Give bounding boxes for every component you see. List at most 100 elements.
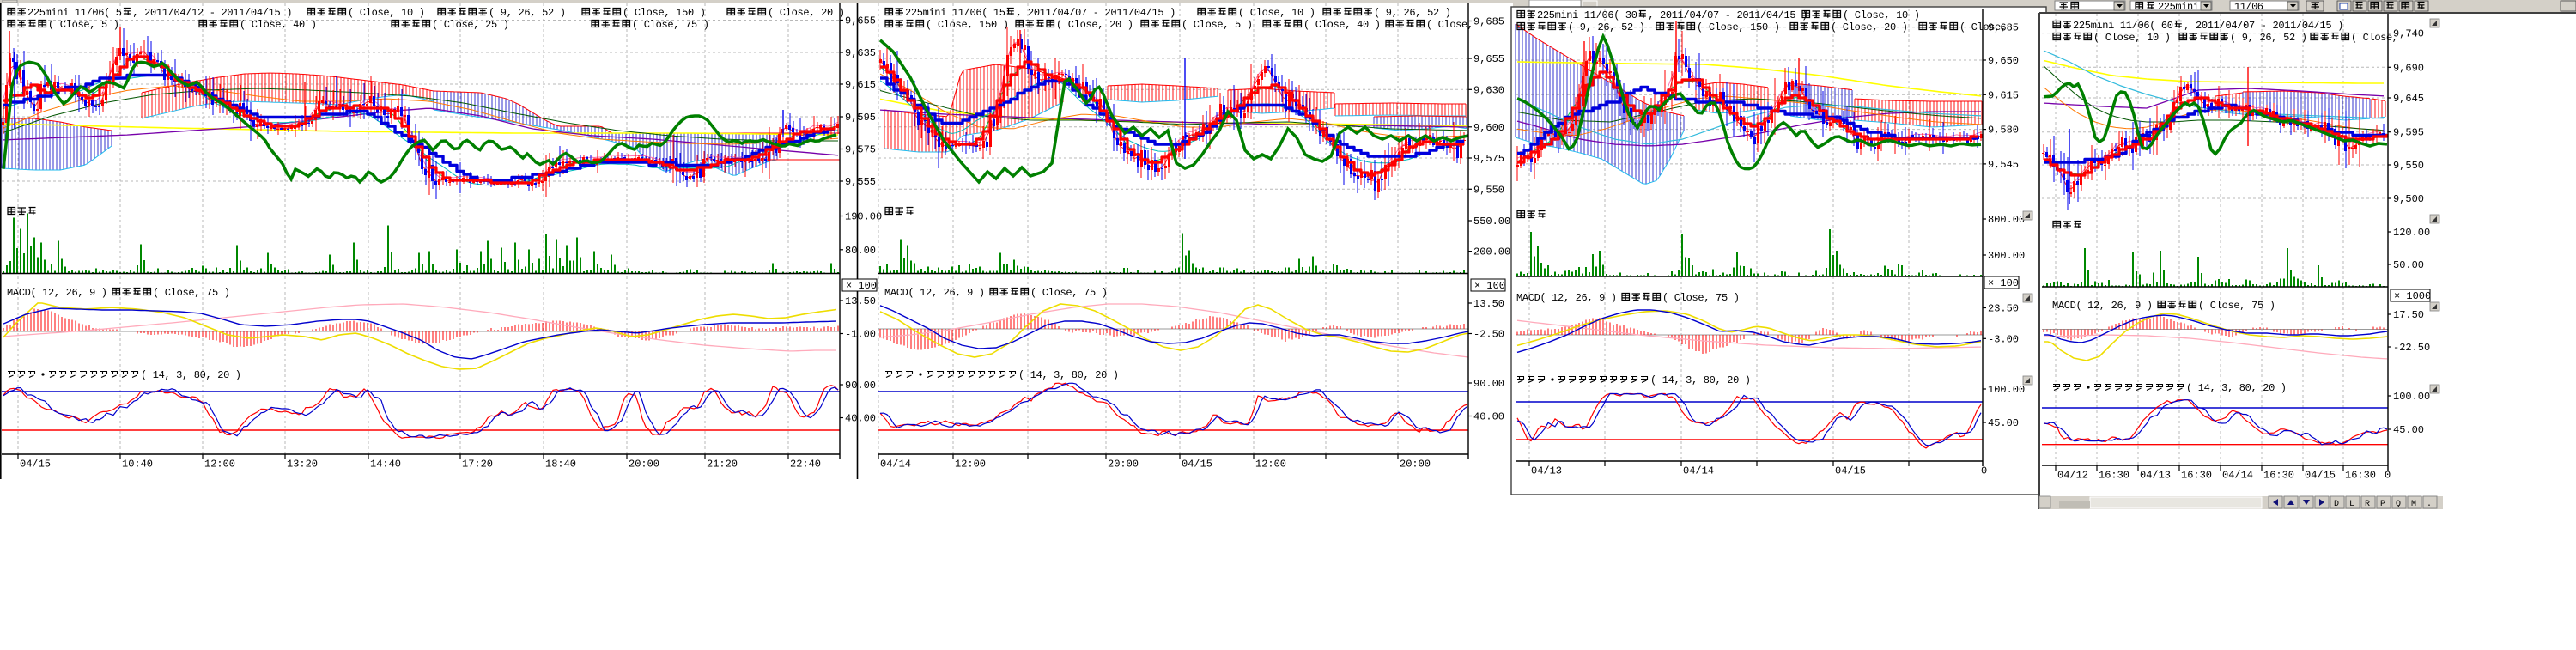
svg-text:( Close, 150 ): ( Close, 150 ): [926, 19, 1009, 31]
svg-text:16:30: 16:30: [2263, 470, 2294, 482]
svg-text:9,580: 9,580: [1988, 125, 2019, 137]
svg-text:300.00: 300.00: [1988, 250, 2025, 262]
svg-text:( Close, 25 ): ( Close, 25 ): [432, 19, 509, 31]
svg-text:( Close, 40 ): ( Close, 40 ): [1303, 19, 1381, 31]
svg-text:45.00: 45.00: [2393, 424, 2424, 436]
svg-text:R: R: [2365, 500, 2370, 509]
svg-text:225mini 11/06( 60: 225mini 11/06( 60: [2073, 20, 2173, 32]
svg-text:40.00: 40.00: [845, 413, 876, 425]
svg-text:20:00: 20:00: [629, 459, 659, 471]
svg-text:( Close, 10 ): ( Close, 10 ): [1843, 9, 1920, 21]
svg-text:L: L: [2349, 500, 2354, 509]
svg-text:× 100: × 100: [1988, 277, 2019, 289]
svg-text:9,550: 9,550: [2393, 160, 2424, 172]
svg-text:( 9, 26, 52 ): ( 9, 26, 52 ): [2230, 32, 2307, 44]
svg-text:22:40: 22:40: [790, 459, 821, 471]
svg-text:, 2011/04/07 - 2011/04/15 ): , 2011/04/07 - 2011/04/15 ): [1016, 7, 1176, 19]
svg-text:9,690: 9,690: [2393, 62, 2424, 74]
svg-text:( Close, 150 ): ( Close, 150 ): [1697, 21, 1780, 33]
svg-text:04/13: 04/13: [2140, 470, 2171, 482]
svg-text:9,575: 9,575: [845, 144, 876, 156]
svg-text:× 100: × 100: [846, 280, 877, 292]
svg-text:-1.00: -1.00: [845, 329, 876, 341]
svg-text:9,575: 9,575: [1473, 153, 1504, 165]
svg-text:( Close, 75 ): ( Close, 75 ): [1030, 287, 1108, 299]
svg-text:9,635: 9,635: [845, 47, 876, 59]
svg-text:9,655: 9,655: [1473, 53, 1504, 65]
svg-text:9,555: 9,555: [845, 176, 876, 188]
svg-text:, 2011/04/07 - 2011/04/15 ): , 2011/04/07 - 2011/04/15 ): [1648, 9, 1807, 21]
svg-text:-2.50: -2.50: [1473, 329, 1504, 341]
svg-text:800.00: 800.00: [1988, 214, 2025, 226]
svg-text:( Close,: ( Close,: [1959, 21, 2007, 33]
svg-text:9,650: 9,650: [1988, 55, 2019, 67]
svg-text:( Close, 20 ): ( Close, 20 ): [1056, 19, 1133, 31]
svg-text:13.50: 13.50: [1473, 298, 1504, 310]
svg-text:( 9, 26, 52 ): ( 9, 26, 52 ): [1374, 7, 1451, 19]
svg-text:13:20: 13:20: [287, 459, 318, 471]
svg-text:04/15: 04/15: [1182, 459, 1212, 471]
svg-text:12:00: 12:00: [204, 459, 235, 471]
svg-text:9,615: 9,615: [1988, 89, 2019, 101]
svg-text:100.00: 100.00: [1988, 384, 2025, 396]
svg-text:225mini 11/06( 5: 225mini 11/06( 5: [27, 7, 122, 19]
svg-text:-3.00: -3.00: [1988, 333, 2019, 345]
svg-text:P: P: [2380, 500, 2385, 509]
svg-text:10:40: 10:40: [122, 459, 153, 471]
svg-text:120.00: 120.00: [2393, 227, 2430, 239]
svg-text:, 2011/04/12 - 2011/04/15 ): , 2011/04/12 - 2011/04/15 ): [132, 7, 292, 19]
svg-text:M: M: [2411, 500, 2416, 509]
svg-text:( Close, 5 ): ( Close, 5 ): [48, 19, 119, 31]
svg-text:( Close, 10 ): ( Close, 10 ): [1238, 7, 1315, 19]
svg-text:MACD( 12, 26, 9 ): MACD( 12, 26, 9 ): [7, 287, 107, 299]
svg-text:12:00: 12:00: [1255, 459, 1286, 471]
svg-text:12:00: 12:00: [955, 459, 986, 471]
svg-text:45.00: 45.00: [1988, 417, 2019, 429]
svg-text:( Close, 5 ): ( Close, 5 ): [1182, 19, 1253, 31]
svg-text:225mini: 225mini: [2158, 1, 2199, 13]
svg-text:9,595: 9,595: [845, 112, 876, 124]
svg-text:( Close,: ( Close,: [2351, 32, 2398, 44]
svg-text:17:20: 17:20: [462, 459, 493, 471]
svg-text:11/06: 11/06: [2234, 1, 2263, 13]
svg-text:MACD( 12, 26, 9 ): MACD( 12, 26, 9 ): [884, 287, 985, 299]
svg-text:200.00: 200.00: [1473, 246, 1510, 258]
svg-text:MACD( 12, 26, 9 ): MACD( 12, 26, 9 ): [1516, 292, 1617, 304]
svg-text:225mini 11/06( 30: 225mini 11/06( 30: [1537, 9, 1637, 21]
svg-text:13.50: 13.50: [845, 295, 876, 307]
svg-text:04/15: 04/15: [20, 459, 51, 471]
svg-text:21:20: 21:20: [707, 459, 738, 471]
svg-text:225mini 11/06( 15: 225mini 11/06( 15: [905, 7, 1005, 19]
svg-text:0: 0: [2385, 470, 2391, 482]
svg-text:-22.50: -22.50: [2393, 342, 2430, 354]
svg-text:90.00: 90.00: [1473, 378, 1504, 390]
svg-text:04/14: 04/14: [880, 459, 911, 471]
svg-text:( Close, 20 ): ( Close, 20 ): [768, 7, 845, 19]
svg-text:Q: Q: [2396, 500, 2401, 509]
svg-text:40.00: 40.00: [1473, 411, 1504, 423]
svg-text:9,545: 9,545: [1988, 159, 2019, 171]
svg-text:16:30: 16:30: [2099, 470, 2129, 482]
svg-text:20:00: 20:00: [1400, 459, 1431, 471]
svg-text:( 9, 26, 52 ): ( 9, 26, 52 ): [1568, 21, 1645, 33]
svg-text:( 14, 3, 80, 20 ): ( 14, 3, 80, 20 ): [1650, 374, 1751, 386]
svg-text:80.00: 80.00: [845, 245, 876, 257]
svg-text:9,550: 9,550: [1473, 184, 1504, 196]
svg-text:( Close, 10 ): ( Close, 10 ): [348, 7, 425, 19]
svg-text:( Close, 75 ): ( Close, 75 ): [1662, 292, 1740, 304]
svg-text:9,630: 9,630: [1473, 84, 1504, 96]
svg-text:23.50: 23.50: [1988, 303, 2019, 315]
svg-text:0: 0: [1981, 465, 1987, 477]
svg-text:18:40: 18:40: [545, 459, 576, 471]
svg-text:04/15: 04/15: [2305, 470, 2336, 482]
svg-text:( Close, 75 ): ( Close, 75 ): [153, 287, 230, 299]
svg-text:9,685: 9,685: [1473, 16, 1504, 28]
svg-text:.: .: [2427, 500, 2432, 509]
svg-text:550.00: 550.00: [1473, 216, 1510, 228]
svg-text:( Close, 75 ): ( Close, 75 ): [2198, 300, 2275, 312]
svg-text:9,615: 9,615: [845, 79, 876, 91]
svg-text:( 9, 26, 52 ): ( 9, 26, 52 ): [489, 7, 566, 19]
svg-text:04/12: 04/12: [2057, 470, 2088, 482]
svg-text:( Close,: ( Close,: [1426, 19, 1473, 31]
svg-text:( Close, 10 ): ( Close, 10 ): [2093, 32, 2171, 44]
